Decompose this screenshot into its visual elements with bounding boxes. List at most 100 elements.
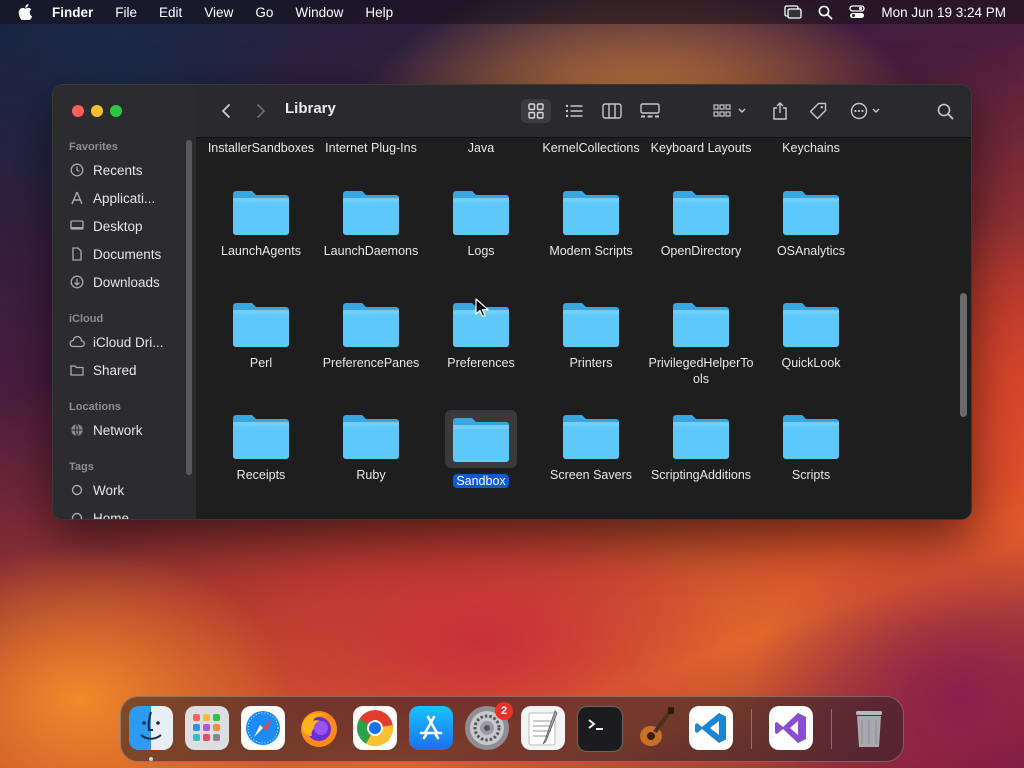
folder-item[interactable]: OSAnalytics <box>756 186 866 259</box>
dock-textedit-icon[interactable] <box>521 706 565 750</box>
menu-clock[interactable]: Mon Jun 19 3:24 PM <box>881 5 1006 20</box>
close-button[interactable] <box>72 105 84 117</box>
folder-label: QuickLook <box>781 356 841 370</box>
share-button[interactable] <box>766 99 794 123</box>
folder-icon <box>781 410 841 462</box>
folder-label: Receipts <box>236 468 286 482</box>
tag-button[interactable] <box>804 99 832 123</box>
folder-item[interactable]: Logs <box>426 186 536 259</box>
dock-vscode-icon[interactable] <box>689 706 733 750</box>
sidebar-item-applications[interactable]: Applicati... <box>69 187 187 209</box>
sidebar-item-network[interactable]: Network <box>69 419 187 441</box>
folder-item[interactable]: Modem Scripts <box>536 186 646 259</box>
menu-edit[interactable]: Edit <box>159 5 182 20</box>
menu-help[interactable]: Help <box>365 5 393 20</box>
dock-system-settings-icon[interactable]: 2 <box>465 702 513 750</box>
sidebar-item-label: Recents <box>93 162 143 178</box>
folder-icon <box>451 413 511 465</box>
folder-item[interactable]: ScriptingAdditions <box>646 410 756 483</box>
folder-grid: InstallerSandboxes Internet Plug-Ins Java K… <box>196 138 971 519</box>
folder-item[interactable]: Internet Plug-Ins <box>316 140 426 156</box>
back-button[interactable] <box>216 99 236 123</box>
sidebar-item-downloads[interactable]: Downloads <box>69 271 187 293</box>
folder-item[interactable]: Perl <box>206 298 316 371</box>
folder-item[interactable]: Receipts <box>206 410 316 483</box>
sidebar-section-icloud: iCloud <box>69 313 104 325</box>
dock-safari-icon[interactable] <box>241 706 285 750</box>
download-icon <box>69 274 85 290</box>
sidebar-item-tag-home[interactable]: Home <box>69 507 187 519</box>
folder-item[interactable]: OpenDirectory <box>646 186 756 259</box>
sidebar-item-tag-work[interactable]: Work <box>69 479 187 501</box>
folder-item[interactable]: LaunchDaemons <box>316 186 426 259</box>
dock-chrome-icon[interactable] <box>353 706 397 750</box>
folder-item[interactable]: Keyboard Layouts <box>646 140 756 156</box>
folder-item[interactable]: LaunchAgents <box>206 186 316 259</box>
dock-launchpad-icon[interactable] <box>185 706 229 750</box>
window-title: Library <box>285 100 336 117</box>
sidebar-item-recents[interactable]: Recents <box>69 159 187 181</box>
dock-trash-icon[interactable] <box>847 706 891 750</box>
dock-app-store-icon[interactable] <box>409 706 453 750</box>
sidebar-item-label: iCloud Dri... <box>93 334 164 350</box>
column-view-button[interactable] <box>597 99 627 123</box>
icon-view-button[interactable] <box>521 99 551 123</box>
sidebar-item-documents[interactable]: Documents <box>69 243 187 265</box>
folder-label: Logs <box>467 244 495 258</box>
spotlight-search-icon[interactable] <box>818 5 833 20</box>
sidebar-scrollbar[interactable] <box>186 140 192 475</box>
menu-file[interactable]: File <box>115 5 137 20</box>
folder-item[interactable]: Ruby <box>316 410 426 483</box>
folder-item[interactable]: Screen Savers <box>536 410 646 483</box>
folder-item[interactable]: Scripts <box>756 410 866 483</box>
dock-finder-icon[interactable] <box>129 706 173 750</box>
screen-mirroring-icon[interactable] <box>784 5 803 19</box>
folder-label: LaunchAgents <box>221 244 301 258</box>
group-by-button[interactable] <box>711 99 751 123</box>
sidebar-item-label: Network <box>93 422 143 438</box>
folder-item[interactable]: Java <box>426 140 536 156</box>
dock-firefox-icon[interactable] <box>297 706 341 750</box>
mouse-cursor-icon <box>475 298 489 318</box>
folder-item[interactable]: QuickLook <box>756 298 866 371</box>
menu-finder[interactable]: Finder <box>52 5 93 20</box>
forward-button[interactable] <box>251 99 271 123</box>
dock: 2 <box>120 696 904 762</box>
list-view-button[interactable] <box>559 99 589 123</box>
control-center-icon[interactable] <box>849 5 866 19</box>
sidebar-section-favorites: Favorites <box>69 141 118 153</box>
menu-window[interactable]: Window <box>295 5 343 20</box>
folder-item[interactable]: KernelCollections <box>536 140 646 156</box>
sidebar-item-icloud-drive[interactable]: iCloud Dri... <box>69 331 187 353</box>
sidebar-section-tags: Tags <box>69 461 94 473</box>
toolbar: Library <box>196 85 971 138</box>
zoom-button[interactable] <box>110 105 122 117</box>
minimize-button[interactable] <box>91 105 103 117</box>
folder-item[interactable]: Sandbox <box>426 410 536 489</box>
dock-visual-studio-icon[interactable] <box>769 706 813 750</box>
sidebar-item-shared[interactable]: Shared <box>69 359 187 381</box>
menu-go[interactable]: Go <box>255 5 273 20</box>
action-menu-button[interactable] <box>848 99 888 123</box>
search-button[interactable] <box>934 99 956 123</box>
folder-icon <box>561 186 621 238</box>
folder-item[interactable]: Printers <box>536 298 646 371</box>
folder-icon <box>341 186 401 238</box>
content-scrollbar[interactable] <box>960 293 967 417</box>
folder-label: Preferences <box>447 356 515 370</box>
menu-view[interactable]: View <box>204 5 233 20</box>
folder-item[interactable]: Keychains <box>756 140 866 156</box>
dock-garageband-icon[interactable] <box>633 706 677 750</box>
sidebar-item-desktop[interactable]: Desktop <box>69 215 187 237</box>
dock-terminal-icon[interactable] <box>577 706 623 752</box>
gallery-view-button[interactable] <box>635 99 665 123</box>
folder-item[interactable]: PrivilegedHelperTools <box>646 298 756 387</box>
globe-icon <box>69 422 85 438</box>
folder-item[interactable]: PreferencePanes <box>316 298 426 371</box>
apple-menu-icon[interactable] <box>18 4 34 20</box>
folder-label: OpenDirectory <box>660 244 742 258</box>
folder-item[interactable]: InstallerSandboxes <box>206 140 316 156</box>
menu-bar: Finder File Edit View Go Window Help Mon… <box>0 0 1024 24</box>
sidebar-item-label: Downloads <box>93 274 160 290</box>
folder-label: ScriptingAdditions <box>650 468 752 482</box>
